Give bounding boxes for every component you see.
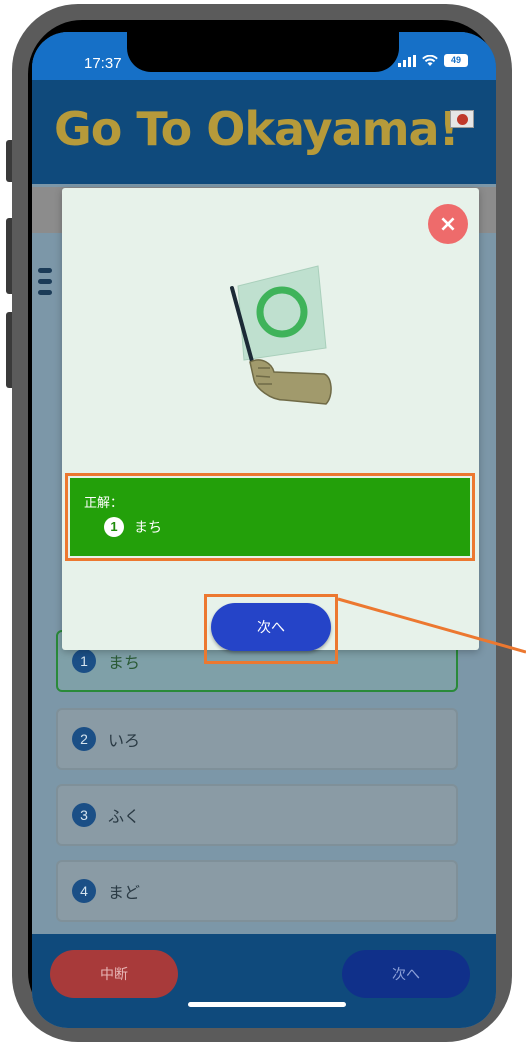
annotation-pointer-line bbox=[337, 597, 526, 654]
